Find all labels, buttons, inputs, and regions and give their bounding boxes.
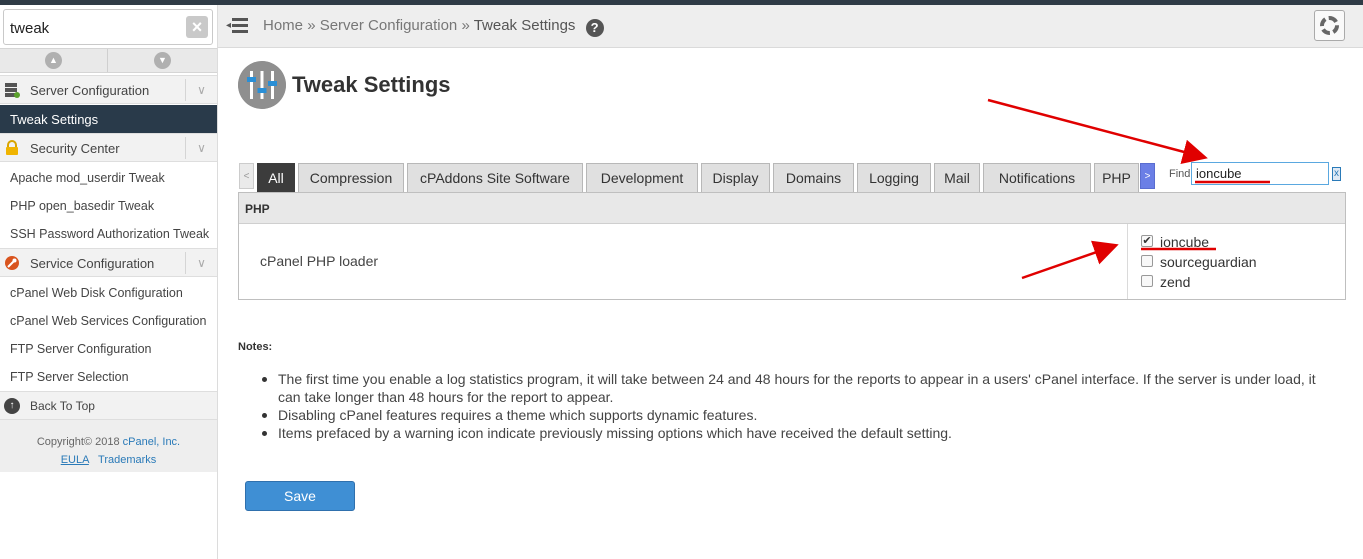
copyright: Copyright© 2018 cPanel, Inc.: [0, 436, 217, 448]
chevron-up-icon: ▲: [45, 52, 62, 69]
category-label: Server Configuration: [30, 83, 150, 98]
tabs-scroll-right-button[interactable]: >: [1140, 163, 1155, 189]
breadcrumb-separator: »: [461, 17, 470, 34]
clear-search-icon[interactable]: ×: [186, 16, 208, 38]
back-to-top-label: Back To Top: [30, 399, 95, 413]
sidebar-scroll-controls: ▲ ▼: [0, 48, 217, 73]
option-label: zend: [1160, 274, 1191, 290]
scroll-up-button[interactable]: ▲: [0, 49, 108, 72]
lock-icon: [6, 140, 18, 155]
tab-compression[interactable]: Compression: [298, 163, 404, 192]
server-icon: [5, 83, 20, 98]
cpanel-link[interactable]: cPanel, Inc.: [123, 436, 180, 448]
support-button[interactable]: [1314, 10, 1345, 41]
sidebar-item-ftp-configuration[interactable]: FTP Server Configuration: [10, 342, 152, 356]
find-label: Find: [1169, 168, 1191, 180]
breadcrumb: Home » Server Configuration » Tweak Sett…: [263, 17, 604, 37]
sidebar-item-apache-mod-userdir[interactable]: Apache mod_userdir Tweak: [10, 171, 165, 185]
eula-link[interactable]: EULA: [61, 454, 89, 466]
tab-development[interactable]: Development: [586, 163, 698, 192]
sidebar-search: ×: [3, 9, 213, 45]
chevron-left-icon: ◂: [226, 20, 232, 31]
chevron-down-icon: ▼: [154, 52, 171, 69]
chevron-down-icon[interactable]: ∨: [185, 79, 217, 101]
sidebar-item-tweak-settings[interactable]: Tweak Settings: [0, 105, 217, 133]
category-server-configuration[interactable]: Server Configuration ∨: [0, 75, 217, 104]
save-button[interactable]: Save: [245, 481, 355, 511]
tab-mail[interactable]: Mail: [934, 163, 980, 192]
breadcrumb-server-configuration[interactable]: Server Configuration: [320, 17, 458, 34]
annotation-arrow: [987, 98, 1208, 164]
option-label: ioncube: [1160, 234, 1210, 250]
search-input[interactable]: [10, 18, 180, 38]
tab-all[interactable]: All: [257, 163, 295, 192]
sidebar: × ▲ ▼ Server Configuration ∨ Tweak Setti…: [0, 5, 218, 559]
chevron-down-icon[interactable]: ∨: [185, 137, 217, 159]
scroll-down-button[interactable]: ▼: [109, 49, 217, 72]
section-title: PHP: [245, 202, 270, 216]
sidebar-item-label: Tweak Settings: [10, 112, 99, 127]
footer-links: EULA Trademarks: [0, 454, 217, 466]
setting-label: cPanel PHP loader: [260, 253, 379, 269]
breadcrumb-separator: »: [307, 17, 316, 34]
clear-find-button[interactable]: x: [1332, 167, 1341, 181]
category-label: Security Center: [30, 141, 120, 156]
sidebar-footer: Copyright© 2018 cPanel, Inc. EULA Tradem…: [0, 420, 217, 472]
arrow-up-icon: ↑: [4, 398, 20, 414]
notes-title: Notes:: [238, 341, 273, 353]
note-item: Items prefaced by a warning icon indicat…: [262, 424, 1338, 442]
sidebar-item-web-disk[interactable]: cPanel Web Disk Configuration: [10, 286, 183, 300]
top-header: ◂ Home » Server Configuration » Tweak Se…: [218, 5, 1363, 48]
chevron-down-icon[interactable]: ∨: [185, 252, 217, 274]
category-security-center[interactable]: Security Center ∨: [0, 133, 217, 162]
sidebar-item-php-open-basedir[interactable]: PHP open_basedir Tweak: [10, 199, 154, 213]
tab-logging[interactable]: Logging: [857, 163, 931, 192]
tab-display[interactable]: Display: [701, 163, 770, 192]
tab-notifications[interactable]: Notifications: [983, 163, 1091, 192]
category-label: Service Configuration: [30, 256, 155, 271]
note-item: Disabling cPanel features requires a the…: [262, 406, 1338, 424]
wrench-icon: [5, 256, 19, 270]
tab-php[interactable]: PHP: [1094, 163, 1139, 192]
category-service-configuration[interactable]: Service Configuration ∨: [0, 248, 217, 277]
section-header: PHP: [239, 193, 1345, 224]
sidebar-item-ssh-password-auth[interactable]: SSH Password Authorization Tweak: [10, 227, 209, 241]
copyright-text: Copyright© 2018: [36, 436, 120, 448]
tab-cpaddons[interactable]: cPAddons Site Software: [407, 163, 583, 192]
sidebar-item-ftp-selection[interactable]: FTP Server Selection: [10, 370, 129, 384]
help-icon[interactable]: ?: [585, 19, 604, 37]
settings-panel: PHP cPanel PHP loader ✔ ioncube sourcegu…: [238, 192, 1346, 300]
setting-options: ✔ ioncube sourceguardian zend: [1127, 224, 1345, 299]
sidebar-item-web-services[interactable]: cPanel Web Services Configuration: [10, 314, 206, 328]
back-to-top[interactable]: ↑ Back To Top: [0, 391, 217, 420]
lifebuoy-icon: [1320, 16, 1339, 35]
trademarks-link[interactable]: Trademarks: [98, 454, 156, 466]
checkbox-ioncube[interactable]: ✔: [1141, 235, 1153, 247]
tweak-settings-icon: [238, 61, 286, 109]
checkbox-zend[interactable]: [1141, 275, 1153, 287]
menu-toggle-button[interactable]: ◂: [226, 17, 248, 35]
breadcrumb-home[interactable]: Home: [263, 17, 303, 34]
page-title: Tweak Settings: [292, 72, 451, 97]
find-input[interactable]: [1191, 162, 1329, 185]
note-item: The first time you enable a log statisti…: [262, 370, 1338, 406]
category-tabs: < All Compression cPAddons Site Software…: [238, 162, 1346, 192]
checkbox-sourceguardian[interactable]: [1141, 255, 1153, 267]
notes-list: The first time you enable a log statisti…: [262, 370, 1338, 442]
tab-domains[interactable]: Domains: [773, 163, 854, 192]
option-label: sourceguardian: [1160, 254, 1257, 270]
tabs-scroll-left-button[interactable]: <: [239, 163, 254, 189]
breadcrumb-current: Tweak Settings: [473, 17, 576, 34]
